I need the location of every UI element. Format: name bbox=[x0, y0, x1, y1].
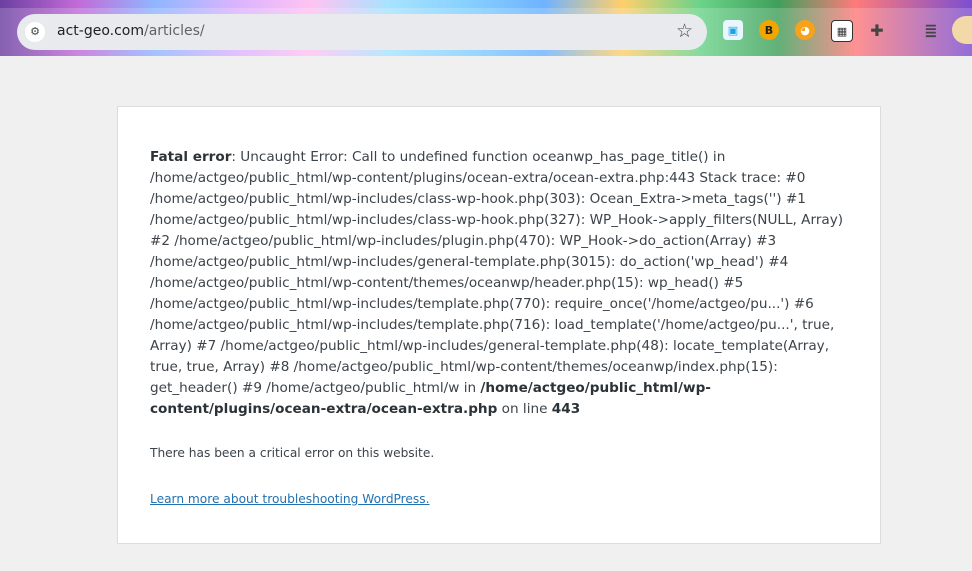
url-host: act-geo.com bbox=[57, 23, 144, 39]
bookmark-star-icon[interactable]: ☆ bbox=[676, 20, 693, 42]
on-line-text: on line bbox=[497, 401, 552, 417]
error-panel: Fatal error: Uncaught Error: Call to und… bbox=[117, 106, 881, 544]
extension-icon-orange-face[interactable]: ◕ bbox=[795, 20, 815, 40]
puzzle-piece-icon[interactable]: ✚ bbox=[867, 20, 887, 40]
extension-icon-qr[interactable]: ▦ bbox=[831, 20, 853, 42]
fatal-error-label: Fatal error bbox=[150, 149, 232, 165]
error-line-number: 443 bbox=[551, 401, 581, 417]
url-text[interactable]: act-geo.com/articles/ bbox=[57, 23, 205, 39]
extension-icon-blue-square[interactable]: ▣ bbox=[723, 20, 743, 40]
profile-avatar[interactable] bbox=[952, 16, 972, 44]
page-content: Fatal error: Uncaught Error: Call to und… bbox=[0, 56, 972, 571]
media-playlist-icon[interactable]: ≣ bbox=[921, 20, 941, 40]
fatal-error-message: Fatal error: Uncaught Error: Call to und… bbox=[150, 147, 860, 420]
address-bar[interactable]: ⚙ act-geo.com/articles/ ☆ bbox=[17, 14, 707, 50]
critical-error-text: There has been a critical error on this … bbox=[150, 446, 435, 460]
url-path: /articles/ bbox=[144, 23, 205, 39]
error-stack-trace: : Uncaught Error: Call to undefined func… bbox=[150, 149, 844, 396]
troubleshooting-link[interactable]: Learn more about troubleshooting WordPre… bbox=[150, 492, 430, 506]
site-info-icon[interactable]: ⚙ bbox=[25, 22, 45, 42]
extension-icon-b-badge[interactable]: B bbox=[759, 20, 779, 40]
